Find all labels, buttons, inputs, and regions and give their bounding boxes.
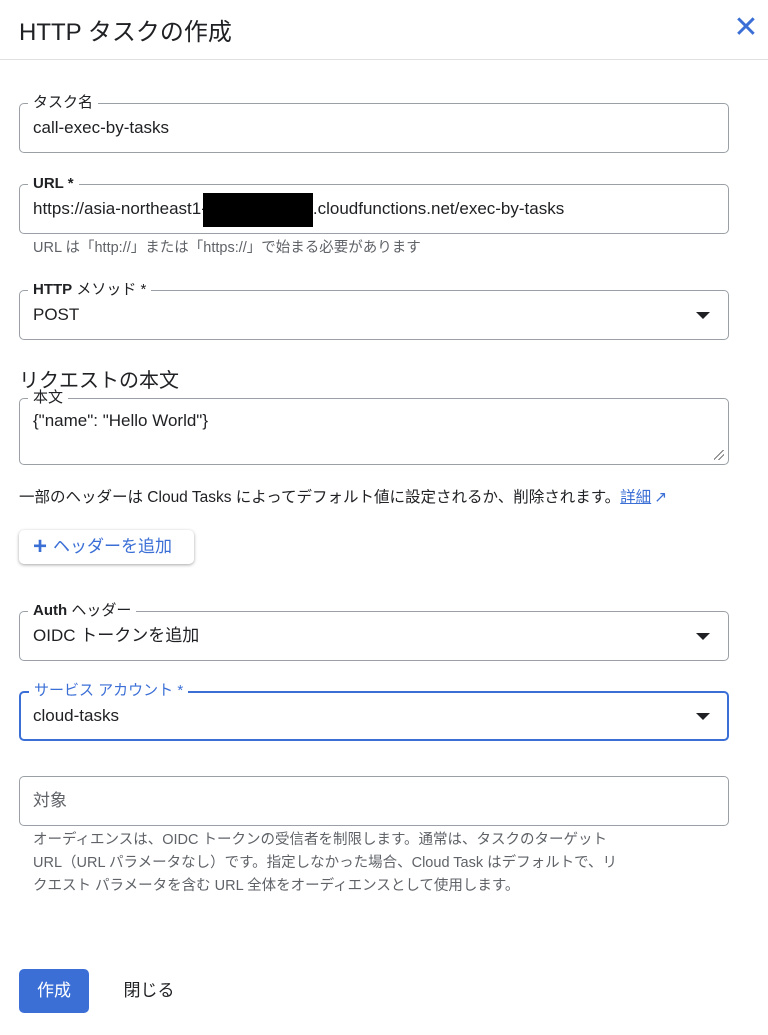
dialog-title: HTTP タスクの作成 bbox=[19, 19, 232, 46]
body-value: {"name": "Hello World"} bbox=[33, 411, 209, 430]
redacted-block bbox=[202, 192, 313, 227]
auth-header-select[interactable]: Auth ヘッダー OIDC トークンを追加 bbox=[19, 602, 729, 661]
http-method-select[interactable]: HTTP メソッド * POST bbox=[19, 281, 729, 340]
external-link-icon: ↗ bbox=[654, 489, 668, 506]
http-method-label: HTTP メソッド * bbox=[28, 281, 152, 299]
service-account-label: サービス アカウント * bbox=[29, 682, 189, 700]
auth-header-value: OIDC トークンを追加 bbox=[33, 626, 200, 645]
audience-input[interactable]: 対象 bbox=[19, 776, 729, 826]
url-label: URL * bbox=[28, 175, 79, 193]
body-textarea[interactable]: 本文 {"name": "Hello World"} bbox=[19, 389, 729, 465]
task-name-field[interactable]: タスク名 call-exec-by-tasks bbox=[19, 94, 729, 153]
service-account-select[interactable]: サービス アカウント * cloud-tasks bbox=[19, 682, 729, 741]
dropdown-arrow-icon bbox=[696, 713, 710, 720]
url-field[interactable]: URL * https://asia-northeast1- .cloudfunc… bbox=[19, 175, 729, 234]
dialog-header: HTTP タスクの作成 ✕ bbox=[0, 0, 768, 60]
close-icon[interactable]: ✕ bbox=[732, 13, 760, 43]
plus-icon: + bbox=[33, 533, 48, 560]
url-help: URL は「http://」または「https://」で始まる必要があります bbox=[33, 240, 421, 256]
headers-note: 一部のヘッダーは Cloud Tasks によってデフォルト値に設定されるか、削… bbox=[19, 489, 668, 506]
resize-handle-icon[interactable] bbox=[714, 450, 724, 460]
dropdown-arrow-icon bbox=[696, 633, 710, 640]
audience-help: オーディエンスは、OIDC トークンの受信者を制限します。通常は、タスクのターゲ… bbox=[33, 832, 618, 894]
url-value: https://asia-northeast1- .cloudfunctions.… bbox=[33, 192, 564, 227]
http-method-value: POST bbox=[33, 305, 80, 324]
add-header-label: ヘッダーを追加 bbox=[53, 537, 173, 556]
task-name-value: call-exec-by-tasks bbox=[33, 118, 170, 137]
auth-header-label: Auth ヘッダー bbox=[28, 602, 137, 620]
dropdown-arrow-icon bbox=[696, 312, 710, 319]
add-header-button[interactable]: + ヘッダーを追加 bbox=[19, 530, 194, 564]
service-account-value: cloud-tasks bbox=[33, 706, 119, 725]
task-name-label: タスク名 bbox=[28, 94, 99, 112]
audience-placeholder: 対象 bbox=[33, 791, 67, 810]
body-label: 本文 bbox=[28, 389, 69, 407]
learn-more-link[interactable]: 詳細 bbox=[620, 489, 651, 506]
create-button[interactable]: 作成 bbox=[19, 969, 89, 1013]
close-button[interactable]: 閉じる bbox=[108, 969, 190, 1013]
